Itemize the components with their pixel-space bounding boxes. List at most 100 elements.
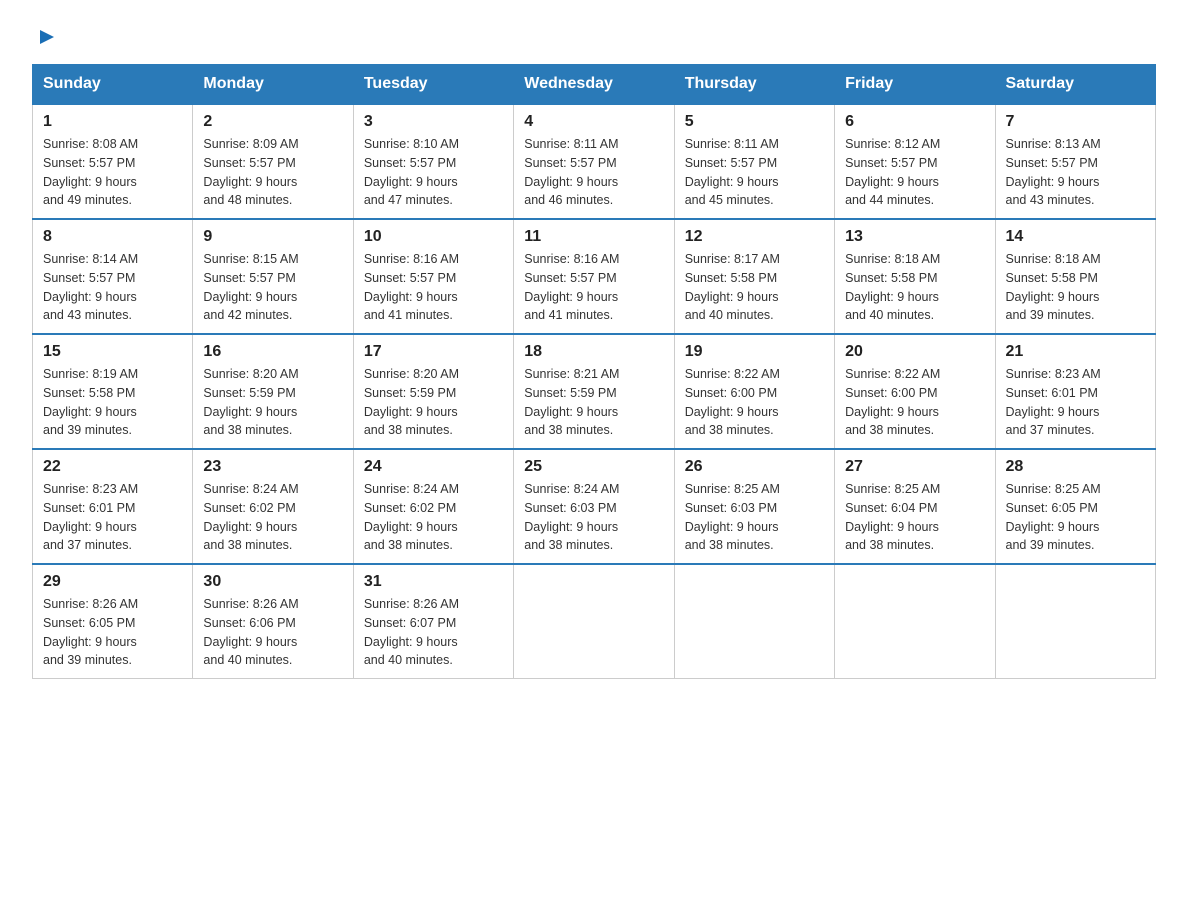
calendar-day-cell: 21 Sunrise: 8:23 AMSunset: 6:01 PMDaylig… bbox=[995, 334, 1155, 449]
day-info: Sunrise: 8:20 AMSunset: 5:59 PMDaylight:… bbox=[364, 367, 459, 437]
day-number: 21 bbox=[1006, 343, 1145, 361]
day-info: Sunrise: 8:22 AMSunset: 6:00 PMDaylight:… bbox=[845, 367, 940, 437]
calendar-table: SundayMondayTuesdayWednesdayThursdayFrid… bbox=[32, 64, 1156, 679]
logo-triangle-icon bbox=[36, 26, 58, 48]
calendar-day-cell: 18 Sunrise: 8:21 AMSunset: 5:59 PMDaylig… bbox=[514, 334, 674, 449]
calendar-week-row: 1 Sunrise: 8:08 AMSunset: 5:57 PMDayligh… bbox=[33, 104, 1156, 219]
calendar-day-cell: 30 Sunrise: 8:26 AMSunset: 6:06 PMDaylig… bbox=[193, 564, 353, 679]
day-number: 6 bbox=[845, 113, 984, 131]
day-info: Sunrise: 8:22 AMSunset: 6:00 PMDaylight:… bbox=[685, 367, 780, 437]
day-info: Sunrise: 8:21 AMSunset: 5:59 PMDaylight:… bbox=[524, 367, 619, 437]
day-info: Sunrise: 8:11 AMSunset: 5:57 PMDaylight:… bbox=[685, 137, 779, 207]
day-number: 13 bbox=[845, 228, 984, 246]
calendar-day-cell: 8 Sunrise: 8:14 AMSunset: 5:57 PMDayligh… bbox=[33, 219, 193, 334]
day-info: Sunrise: 8:16 AMSunset: 5:57 PMDaylight:… bbox=[364, 252, 459, 322]
calendar-day-cell: 14 Sunrise: 8:18 AMSunset: 5:58 PMDaylig… bbox=[995, 219, 1155, 334]
calendar-day-cell: 26 Sunrise: 8:25 AMSunset: 6:03 PMDaylig… bbox=[674, 449, 834, 564]
empty-cell bbox=[674, 564, 834, 679]
calendar-day-cell: 29 Sunrise: 8:26 AMSunset: 6:05 PMDaylig… bbox=[33, 564, 193, 679]
day-info: Sunrise: 8:25 AMSunset: 6:03 PMDaylight:… bbox=[685, 482, 780, 552]
calendar-day-cell: 5 Sunrise: 8:11 AMSunset: 5:57 PMDayligh… bbox=[674, 104, 834, 219]
day-number: 16 bbox=[203, 343, 342, 361]
calendar-day-cell: 15 Sunrise: 8:19 AMSunset: 5:58 PMDaylig… bbox=[33, 334, 193, 449]
empty-cell bbox=[835, 564, 995, 679]
empty-cell bbox=[995, 564, 1155, 679]
day-number: 8 bbox=[43, 228, 182, 246]
day-number: 17 bbox=[364, 343, 503, 361]
empty-cell bbox=[514, 564, 674, 679]
day-number: 14 bbox=[1006, 228, 1145, 246]
calendar-day-cell: 9 Sunrise: 8:15 AMSunset: 5:57 PMDayligh… bbox=[193, 219, 353, 334]
day-number: 23 bbox=[203, 458, 342, 476]
day-number: 9 bbox=[203, 228, 342, 246]
calendar-day-cell: 31 Sunrise: 8:26 AMSunset: 6:07 PMDaylig… bbox=[353, 564, 513, 679]
calendar-header-row: SundayMondayTuesdayWednesdayThursdayFrid… bbox=[33, 65, 1156, 105]
day-number: 29 bbox=[43, 573, 182, 591]
calendar-week-row: 29 Sunrise: 8:26 AMSunset: 6:05 PMDaylig… bbox=[33, 564, 1156, 679]
calendar-day-cell: 7 Sunrise: 8:13 AMSunset: 5:57 PMDayligh… bbox=[995, 104, 1155, 219]
calendar-day-cell: 6 Sunrise: 8:12 AMSunset: 5:57 PMDayligh… bbox=[835, 104, 995, 219]
day-info: Sunrise: 8:26 AMSunset: 6:05 PMDaylight:… bbox=[43, 597, 138, 667]
day-number: 19 bbox=[685, 343, 824, 361]
day-number: 30 bbox=[203, 573, 342, 591]
day-number: 31 bbox=[364, 573, 503, 591]
weekday-header-saturday: Saturday bbox=[995, 65, 1155, 105]
day-info: Sunrise: 8:11 AMSunset: 5:57 PMDaylight:… bbox=[524, 137, 618, 207]
calendar-day-cell: 19 Sunrise: 8:22 AMSunset: 6:00 PMDaylig… bbox=[674, 334, 834, 449]
day-number: 11 bbox=[524, 228, 663, 246]
logo bbox=[32, 24, 58, 48]
calendar-day-cell: 16 Sunrise: 8:20 AMSunset: 5:59 PMDaylig… bbox=[193, 334, 353, 449]
day-number: 26 bbox=[685, 458, 824, 476]
day-number: 20 bbox=[845, 343, 984, 361]
calendar-day-cell: 20 Sunrise: 8:22 AMSunset: 6:00 PMDaylig… bbox=[835, 334, 995, 449]
page-header bbox=[32, 24, 1156, 48]
calendar-week-row: 22 Sunrise: 8:23 AMSunset: 6:01 PMDaylig… bbox=[33, 449, 1156, 564]
day-info: Sunrise: 8:08 AMSunset: 5:57 PMDaylight:… bbox=[43, 137, 138, 207]
calendar-day-cell: 25 Sunrise: 8:24 AMSunset: 6:03 PMDaylig… bbox=[514, 449, 674, 564]
day-number: 24 bbox=[364, 458, 503, 476]
day-number: 22 bbox=[43, 458, 182, 476]
day-info: Sunrise: 8:23 AMSunset: 6:01 PMDaylight:… bbox=[43, 482, 138, 552]
weekday-header-friday: Friday bbox=[835, 65, 995, 105]
calendar-day-cell: 1 Sunrise: 8:08 AMSunset: 5:57 PMDayligh… bbox=[33, 104, 193, 219]
weekday-header-thursday: Thursday bbox=[674, 65, 834, 105]
day-number: 28 bbox=[1006, 458, 1145, 476]
day-info: Sunrise: 8:24 AMSunset: 6:02 PMDaylight:… bbox=[364, 482, 459, 552]
day-number: 25 bbox=[524, 458, 663, 476]
day-info: Sunrise: 8:16 AMSunset: 5:57 PMDaylight:… bbox=[524, 252, 619, 322]
day-info: Sunrise: 8:26 AMSunset: 6:06 PMDaylight:… bbox=[203, 597, 298, 667]
calendar-day-cell: 11 Sunrise: 8:16 AMSunset: 5:57 PMDaylig… bbox=[514, 219, 674, 334]
calendar-week-row: 15 Sunrise: 8:19 AMSunset: 5:58 PMDaylig… bbox=[33, 334, 1156, 449]
calendar-week-row: 8 Sunrise: 8:14 AMSunset: 5:57 PMDayligh… bbox=[33, 219, 1156, 334]
day-number: 27 bbox=[845, 458, 984, 476]
day-info: Sunrise: 8:19 AMSunset: 5:58 PMDaylight:… bbox=[43, 367, 138, 437]
day-number: 3 bbox=[364, 113, 503, 131]
calendar-day-cell: 22 Sunrise: 8:23 AMSunset: 6:01 PMDaylig… bbox=[33, 449, 193, 564]
weekday-header-tuesday: Tuesday bbox=[353, 65, 513, 105]
day-number: 15 bbox=[43, 343, 182, 361]
day-number: 10 bbox=[364, 228, 503, 246]
calendar-day-cell: 4 Sunrise: 8:11 AMSunset: 5:57 PMDayligh… bbox=[514, 104, 674, 219]
day-info: Sunrise: 8:15 AMSunset: 5:57 PMDaylight:… bbox=[203, 252, 298, 322]
day-info: Sunrise: 8:18 AMSunset: 5:58 PMDaylight:… bbox=[1006, 252, 1101, 322]
day-info: Sunrise: 8:24 AMSunset: 6:03 PMDaylight:… bbox=[524, 482, 619, 552]
weekday-header-monday: Monday bbox=[193, 65, 353, 105]
day-info: Sunrise: 8:14 AMSunset: 5:57 PMDaylight:… bbox=[43, 252, 138, 322]
day-info: Sunrise: 8:18 AMSunset: 5:58 PMDaylight:… bbox=[845, 252, 940, 322]
calendar-day-cell: 12 Sunrise: 8:17 AMSunset: 5:58 PMDaylig… bbox=[674, 219, 834, 334]
calendar-day-cell: 10 Sunrise: 8:16 AMSunset: 5:57 PMDaylig… bbox=[353, 219, 513, 334]
calendar-day-cell: 24 Sunrise: 8:24 AMSunset: 6:02 PMDaylig… bbox=[353, 449, 513, 564]
day-number: 12 bbox=[685, 228, 824, 246]
calendar-day-cell: 28 Sunrise: 8:25 AMSunset: 6:05 PMDaylig… bbox=[995, 449, 1155, 564]
day-info: Sunrise: 8:20 AMSunset: 5:59 PMDaylight:… bbox=[203, 367, 298, 437]
day-info: Sunrise: 8:25 AMSunset: 6:04 PMDaylight:… bbox=[845, 482, 940, 552]
day-info: Sunrise: 8:09 AMSunset: 5:57 PMDaylight:… bbox=[203, 137, 298, 207]
day-info: Sunrise: 8:13 AMSunset: 5:57 PMDaylight:… bbox=[1006, 137, 1101, 207]
weekday-header-sunday: Sunday bbox=[33, 65, 193, 105]
calendar-day-cell: 23 Sunrise: 8:24 AMSunset: 6:02 PMDaylig… bbox=[193, 449, 353, 564]
day-number: 18 bbox=[524, 343, 663, 361]
calendar-day-cell: 3 Sunrise: 8:10 AMSunset: 5:57 PMDayligh… bbox=[353, 104, 513, 219]
weekday-header-wednesday: Wednesday bbox=[514, 65, 674, 105]
day-number: 2 bbox=[203, 113, 342, 131]
calendar-day-cell: 2 Sunrise: 8:09 AMSunset: 5:57 PMDayligh… bbox=[193, 104, 353, 219]
